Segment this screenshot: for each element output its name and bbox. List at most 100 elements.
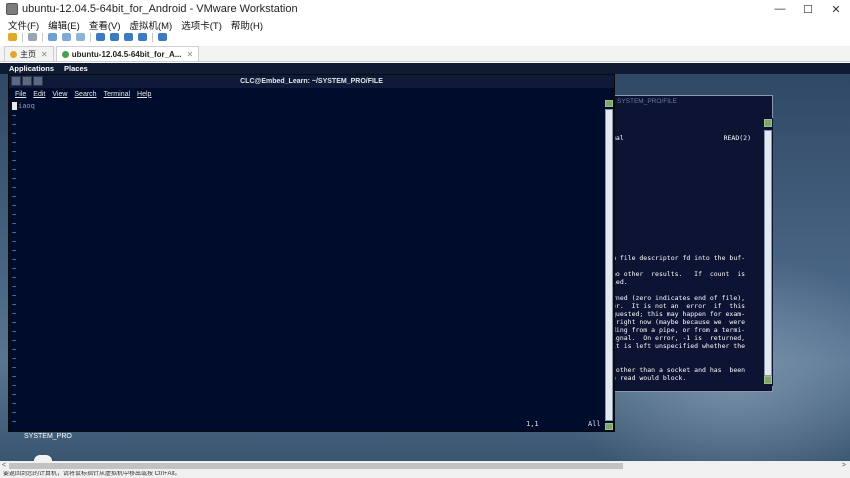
man-lines: m file descriptor fd into the buf-no oth… bbox=[612, 254, 755, 386]
man-line: no other results. If count is bbox=[612, 270, 746, 278]
library-view-icon[interactable] bbox=[96, 33, 105, 41]
terminal-maximize-icon[interactable] bbox=[33, 76, 43, 86]
stretch-icon[interactable] bbox=[158, 33, 167, 41]
console-view-icon[interactable] bbox=[110, 33, 119, 41]
tilde-line: ~ bbox=[12, 409, 17, 417]
man-line bbox=[612, 382, 755, 386]
toolbar-separator bbox=[22, 32, 23, 42]
home-icon bbox=[10, 50, 17, 58]
scroll-down-arrow-icon[interactable] bbox=[764, 376, 772, 384]
toolbar bbox=[0, 31, 850, 43]
terminal-titlebar: CLC@Embed_Learn: ~/SYSTEM_PRO/FILE bbox=[9, 75, 614, 88]
terminal-menu-file[interactable]: File bbox=[15, 91, 26, 98]
terminal-minimize-icon[interactable] bbox=[22, 76, 32, 86]
scroll-thumb[interactable] bbox=[9, 463, 623, 469]
toolbar-separator bbox=[42, 32, 43, 42]
toolbar-separator bbox=[90, 32, 91, 42]
window-title: ubuntu-12.04.5-64bit_for_Android - VMwar… bbox=[22, 3, 298, 15]
maximize-button[interactable]: ☐ bbox=[794, 0, 822, 18]
revert-snapshot-icon[interactable] bbox=[62, 33, 71, 41]
fullscreen-icon[interactable] bbox=[124, 33, 133, 41]
tilde-line: ~ bbox=[12, 301, 17, 309]
menu-vm[interactable]: 虚拟机(M) bbox=[129, 18, 172, 32]
man-line: m file descriptor fd into the buf- bbox=[612, 254, 746, 262]
menubar: 文件(F) 编辑(E) 查看(V) 虚拟机(M) 选项卡(T) 帮助(H) bbox=[0, 18, 850, 32]
vim-cursor bbox=[12, 102, 17, 110]
send-keys-icon[interactable] bbox=[28, 33, 37, 41]
tilde-line: ~ bbox=[12, 121, 17, 129]
menu-help[interactable]: 帮助(H) bbox=[231, 18, 263, 32]
vim-buffer[interactable]: iaoq ~ ~ ~ ~ ~ ~ ~ ~ ~ ~ ~ ~ ~ ~ ~ ~ ~ ~ ~ ~ ~ ~ ~ ~ ~ ~ ~ ~ ~ ~ ~ ~ ~ ~ ~… bbox=[9, 100, 604, 431]
typed-text: iaoq bbox=[18, 102, 35, 110]
scroll-thumb[interactable] bbox=[605, 109, 613, 421]
applications-menu[interactable]: Applications bbox=[9, 64, 54, 73]
scroll-up-arrow-icon[interactable] bbox=[605, 100, 613, 107]
tab-home[interactable]: 主页 ✕ bbox=[4, 46, 54, 61]
scroll-left-arrow-icon[interactable]: < bbox=[2, 461, 6, 471]
places-menu[interactable]: Places bbox=[64, 64, 88, 73]
tilde-line: ~ bbox=[12, 238, 17, 246]
close-button[interactable]: ✕ bbox=[822, 0, 850, 18]
menu-view[interactable]: 查看(V) bbox=[89, 18, 121, 32]
terminal-title: CLC@Embed_Learn: ~/SYSTEM_PRO/FILE bbox=[240, 78, 383, 85]
terminal-menu-search[interactable]: Search bbox=[74, 91, 96, 98]
tilde-line: ~ bbox=[12, 373, 17, 381]
man-page-content: ual READ(2) m file descriptor fd into th… bbox=[603, 118, 755, 386]
terminal-scrollbar[interactable] bbox=[605, 100, 614, 431]
scroll-right-arrow-icon[interactable]: > bbox=[842, 461, 846, 471]
desktop-folder-label[interactable]: SYSTEM_PRO bbox=[24, 433, 72, 440]
man-line: quested; this may happen for exam- bbox=[612, 310, 746, 318]
tilde-line: ~ bbox=[12, 310, 17, 318]
tilde-line: ~ bbox=[12, 220, 17, 228]
menu-file[interactable]: 文件(F) bbox=[8, 18, 39, 32]
tilde-line: ~ bbox=[12, 400, 17, 408]
power-icon[interactable] bbox=[8, 33, 17, 41]
vim-cursor-line: iaoq bbox=[12, 102, 35, 110]
terminal-menu-view[interactable]: View bbox=[52, 91, 67, 98]
tilde-line: ~ bbox=[12, 355, 17, 363]
man-window-title: SYSTEM_PRO/FILE bbox=[617, 98, 677, 105]
menu-tabs[interactable]: 选项卡(T) bbox=[181, 18, 222, 32]
tilde-line: ~ bbox=[12, 148, 17, 156]
man-line: rned (zero indicates end of file), bbox=[612, 294, 746, 302]
menu-edit[interactable]: 编辑(E) bbox=[48, 18, 80, 32]
man-line bbox=[612, 286, 755, 294]
empty-line-markers: ~ ~ ~ ~ ~ ~ ~ ~ ~ ~ ~ ~ ~ ~ ~ ~ ~ ~ ~ ~ ~ ~ ~ ~ ~ ~ ~ ~ ~ ~ ~ ~ ~ ~ ~ bbox=[12, 112, 32, 427]
scroll-down-arrow-icon[interactable] bbox=[605, 423, 613, 430]
tilde-line: ~ bbox=[12, 139, 17, 147]
tilde-line: ~ bbox=[12, 130, 17, 138]
snapshot-manager-icon[interactable] bbox=[76, 33, 85, 41]
man-header: ual READ(2) bbox=[612, 134, 755, 142]
vmware-app-icon bbox=[6, 3, 18, 15]
tab-strip: 主页 ✕ ubuntu-12.04.5-64bit_for_A... ✕ bbox=[0, 46, 850, 62]
terminal-menu-terminal[interactable]: Terminal bbox=[104, 91, 130, 98]
man-line bbox=[612, 358, 755, 366]
terminal-close-icon[interactable] bbox=[11, 76, 21, 86]
tab-ubuntu-vm[interactable]: ubuntu-12.04.5-64bit_for_A... ✕ bbox=[55, 46, 200, 61]
close-tab-icon[interactable]: ✕ bbox=[187, 50, 194, 59]
close-tab-icon[interactable]: ✕ bbox=[41, 50, 48, 59]
tilde-line: ~ bbox=[12, 112, 17, 120]
terminal-window[interactable]: CLC@Embed_Learn: ~/SYSTEM_PRO/FILE File … bbox=[8, 74, 615, 432]
unity-icon[interactable] bbox=[138, 33, 147, 41]
terminal-window-controls bbox=[11, 76, 43, 86]
man-header-right: READ(2) bbox=[723, 134, 751, 142]
vm-icon bbox=[61, 50, 69, 58]
guest-desktop[interactable]: Applications Places SYSTEM_PRO/FILE ual … bbox=[0, 63, 850, 461]
tilde-line: ~ bbox=[12, 319, 17, 327]
tab-label: 主页 bbox=[20, 49, 36, 59]
man-line: ding from a pipe, or from a termi- bbox=[612, 326, 746, 334]
man-scrollbar[interactable] bbox=[763, 118, 773, 386]
scroll-indicator: All bbox=[588, 420, 601, 428]
scroll-thumb[interactable] bbox=[764, 130, 772, 376]
minimize-button[interactable]: — bbox=[766, 0, 794, 18]
scroll-up-arrow-icon[interactable] bbox=[764, 119, 772, 127]
man-page-window[interactable]: SYSTEM_PRO/FILE ual READ(2) m file descr… bbox=[602, 95, 773, 392]
man-line: er. It is not an error if this bbox=[612, 302, 746, 310]
horizontal-scrollbar[interactable]: < > bbox=[0, 461, 850, 471]
tilde-line: ~ bbox=[12, 418, 17, 426]
tilde-line: ~ bbox=[12, 328, 17, 336]
snapshot-icon[interactable] bbox=[48, 33, 57, 41]
terminal-menu-edit[interactable]: Edit bbox=[33, 91, 45, 98]
terminal-menu-help[interactable]: Help bbox=[137, 91, 151, 98]
